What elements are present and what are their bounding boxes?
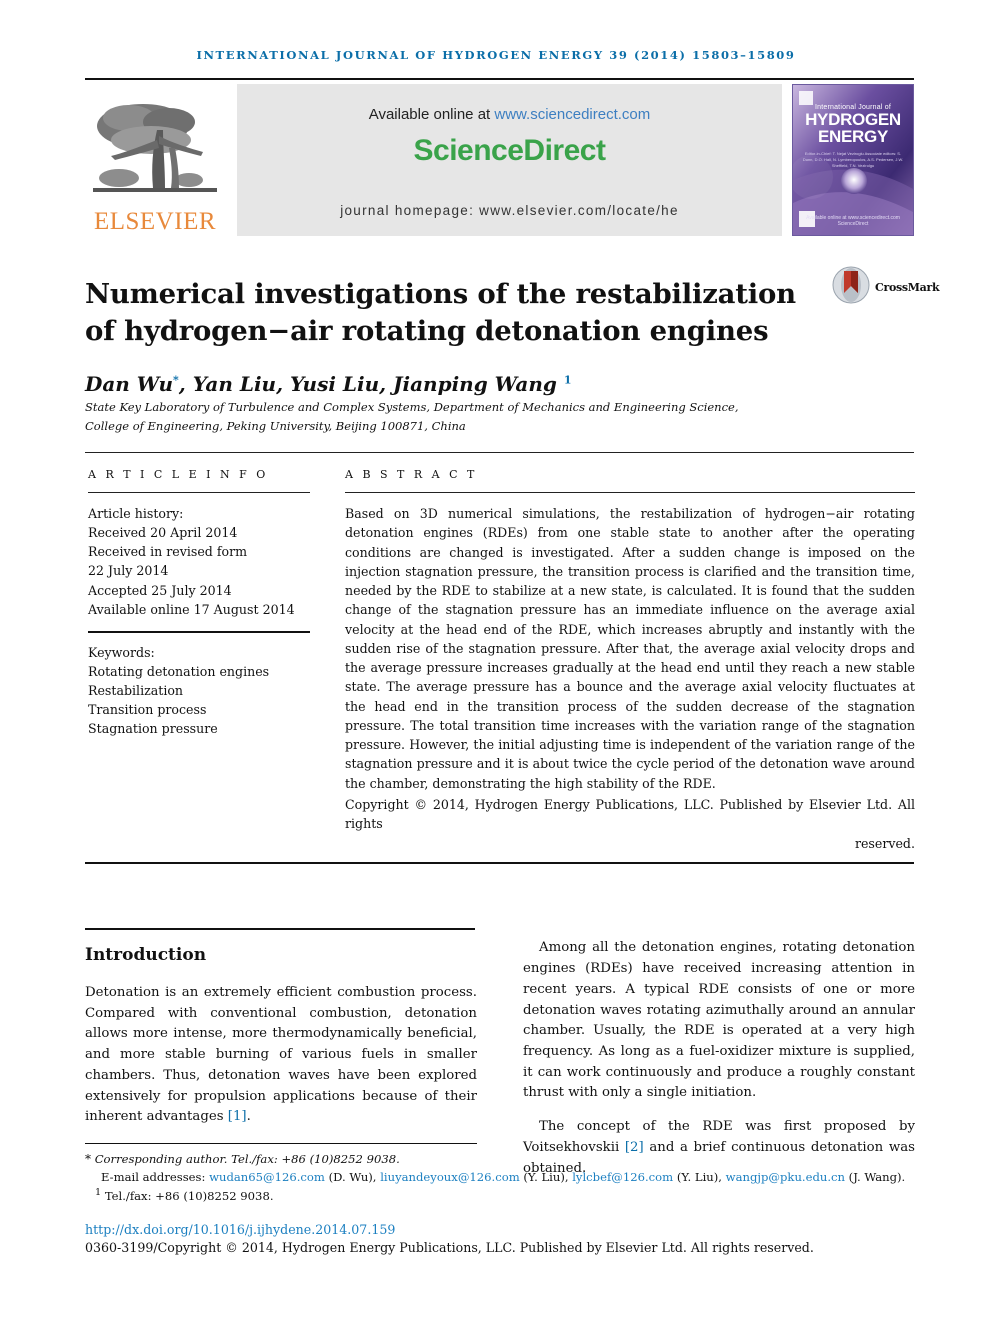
crossmark-label: CrossMark bbox=[875, 280, 940, 294]
author-first: Dan Wu bbox=[85, 372, 173, 396]
email-person: (D. Wu), bbox=[324, 1169, 381, 1184]
available-online-line: Available online at www.sciencedirect.co… bbox=[237, 106, 782, 123]
doi-link[interactable]: http://dx.doi.org/10.1016/j.ijhydene.201… bbox=[85, 1222, 395, 1237]
email-link[interactable]: liuyandeyoux@126.com bbox=[380, 1170, 520, 1184]
article-history-item: Available online 17 August 2014 bbox=[88, 601, 295, 617]
info-block-top-rule bbox=[85, 452, 914, 453]
paragraph-text-tail: . bbox=[246, 1109, 251, 1125]
email-person: (Y. Liu), bbox=[673, 1169, 726, 1184]
journal-homepage-line[interactable]: journal homepage: www.elsevier.com/locat… bbox=[237, 203, 782, 218]
keyword-item: Rotating detonation engines bbox=[88, 663, 270, 679]
abstract-column: A B S T R A C T Based on 3D numerical si… bbox=[345, 468, 915, 853]
keyword-item: Restabilization bbox=[88, 683, 184, 699]
sciencedirect-logo[interactable]: ScienceDirect bbox=[237, 134, 782, 168]
copyright-text: Copyright © 2014, Hydrogen Energy Public… bbox=[345, 796, 915, 832]
elsevier-wordmark: ELSEVIER bbox=[93, 208, 217, 235]
issn-copyright-line: 0360-3199/Copyright © 2014, Hydrogen Ene… bbox=[85, 1240, 814, 1255]
article-history-item: 22 July 2014 bbox=[88, 563, 169, 579]
email-link[interactable]: wudan65@126.com bbox=[209, 1170, 325, 1184]
cover-badge-icon bbox=[799, 91, 813, 105]
body-column-left: Introduction Detonation is an extremely … bbox=[85, 936, 477, 1141]
footnote-block: * Corresponding author. Tel./fax: +86 (1… bbox=[85, 1150, 915, 1206]
email-person: (J. Wang). bbox=[845, 1169, 906, 1184]
keyword-item: Stagnation pressure bbox=[88, 721, 218, 737]
affiliation: State Key Laboratory of Turbulence and C… bbox=[85, 398, 785, 436]
paragraph-text: Detonation is an extremely efficient com… bbox=[85, 985, 477, 1125]
affiliation-line-2: College of Engineering, Peking Universit… bbox=[85, 418, 466, 433]
telfax-text: Tel./fax: +86 (10)8252 9038. bbox=[101, 1189, 274, 1204]
keywords-rule bbox=[88, 630, 310, 633]
crossmark-badge[interactable]: CrossMark bbox=[832, 265, 940, 309]
email-link[interactable]: lylcbef@126.com bbox=[572, 1170, 673, 1184]
asterisk-icon: * bbox=[85, 1152, 91, 1166]
email-addresses-note: E-mail addresses: wudan65@126.com (D. Wu… bbox=[85, 1169, 915, 1187]
citation-link[interactable]: [1] bbox=[228, 1109, 247, 1124]
title-area: Numerical investigations of the restabil… bbox=[85, 258, 825, 367]
article-history-item: Accepted 25 July 2014 bbox=[88, 582, 232, 598]
keyword-item: Transition process bbox=[88, 702, 207, 718]
affiliation-line-1: State Key Laboratory of Turbulence and C… bbox=[85, 400, 739, 414]
abstract-copyright: Copyright © 2014, Hydrogen Energy Public… bbox=[345, 795, 915, 853]
elsevier-logo[interactable]: ELSEVIER bbox=[85, 84, 225, 236]
running-head: International Journal of Hydrogen Energy… bbox=[196, 48, 796, 62]
sciencedirect-banner: Available online at www.sciencedirect.co… bbox=[237, 84, 782, 236]
cover-editors: Editor-in-Chief: T. Nejat Veziroglu Asso… bbox=[802, 151, 904, 168]
paper-page: International Journal of Hydrogen Energy… bbox=[0, 0, 992, 1323]
info-block-bottom-rule bbox=[85, 862, 914, 864]
article-info-heading: A R T I C L E I N F O bbox=[88, 468, 269, 481]
article-info-rule bbox=[88, 492, 310, 493]
article-history-item: Received 20 April 2014 bbox=[88, 525, 238, 541]
footnote-rule bbox=[85, 1143, 477, 1144]
crossmark-icon bbox=[832, 266, 870, 309]
body-paragraph: Among all the detonation engines, rotati… bbox=[523, 940, 915, 1101]
copyright-tail: reserved. bbox=[854, 835, 915, 851]
cover-footer: Available online at www.sciencedirect.co… bbox=[806, 215, 900, 227]
masthead: ELSEVIER Available online at www.science… bbox=[85, 84, 914, 236]
telfax-note: 1 Tel./fax: +86 (10)8252 9038. bbox=[85, 1186, 915, 1205]
journal-cover-image: International Journal of HYDROGEN ENERGY… bbox=[792, 84, 914, 236]
abstract-rule bbox=[345, 492, 915, 493]
body-paragraph: Detonation is an extremely efficient com… bbox=[85, 983, 477, 1128]
author-rest: , Yan Liu, Yusi Liu, Jianping Wang bbox=[178, 372, 564, 396]
author-list: Dan Wu*, Yan Liu, Yusi Liu, Jianping Wan… bbox=[85, 372, 572, 396]
email-label: E-mail addresses: bbox=[101, 1169, 210, 1184]
keywords-heading: Keywords: bbox=[88, 644, 155, 660]
header-rule bbox=[85, 78, 914, 80]
page-title: Numerical investigations of the restabil… bbox=[85, 278, 796, 347]
author-footnote-marker[interactable]: 1 bbox=[564, 373, 572, 386]
abstract-text: Based on 3D numerical simulations, the r… bbox=[345, 506, 915, 791]
elsevier-tree-icon bbox=[91, 96, 219, 208]
article-history-heading: Article history: bbox=[88, 506, 184, 521]
section-heading-introduction: Introduction bbox=[85, 945, 207, 965]
corresponding-author-text: Corresponding author. Tel./fax: +86 (10)… bbox=[94, 1152, 400, 1166]
intro-rule bbox=[85, 928, 475, 930]
sciencedirect-url[interactable]: www.sciencedirect.com bbox=[494, 106, 650, 123]
article-history-item: Received in revised form bbox=[88, 544, 248, 560]
available-online-prefix: Available online at bbox=[368, 106, 495, 123]
email-person: (Y. Liu), bbox=[519, 1169, 573, 1184]
cover-line3: ENERGY bbox=[818, 127, 888, 146]
article-info-column: A R T I C L E I N F O Article history: R… bbox=[88, 468, 310, 739]
email-link[interactable]: wangjp@pku.edu.cn bbox=[726, 1170, 845, 1184]
corresponding-author-note: * Corresponding author. Tel./fax: +86 (1… bbox=[85, 1150, 915, 1169]
abstract-heading: A B S T R A C T bbox=[345, 468, 478, 481]
